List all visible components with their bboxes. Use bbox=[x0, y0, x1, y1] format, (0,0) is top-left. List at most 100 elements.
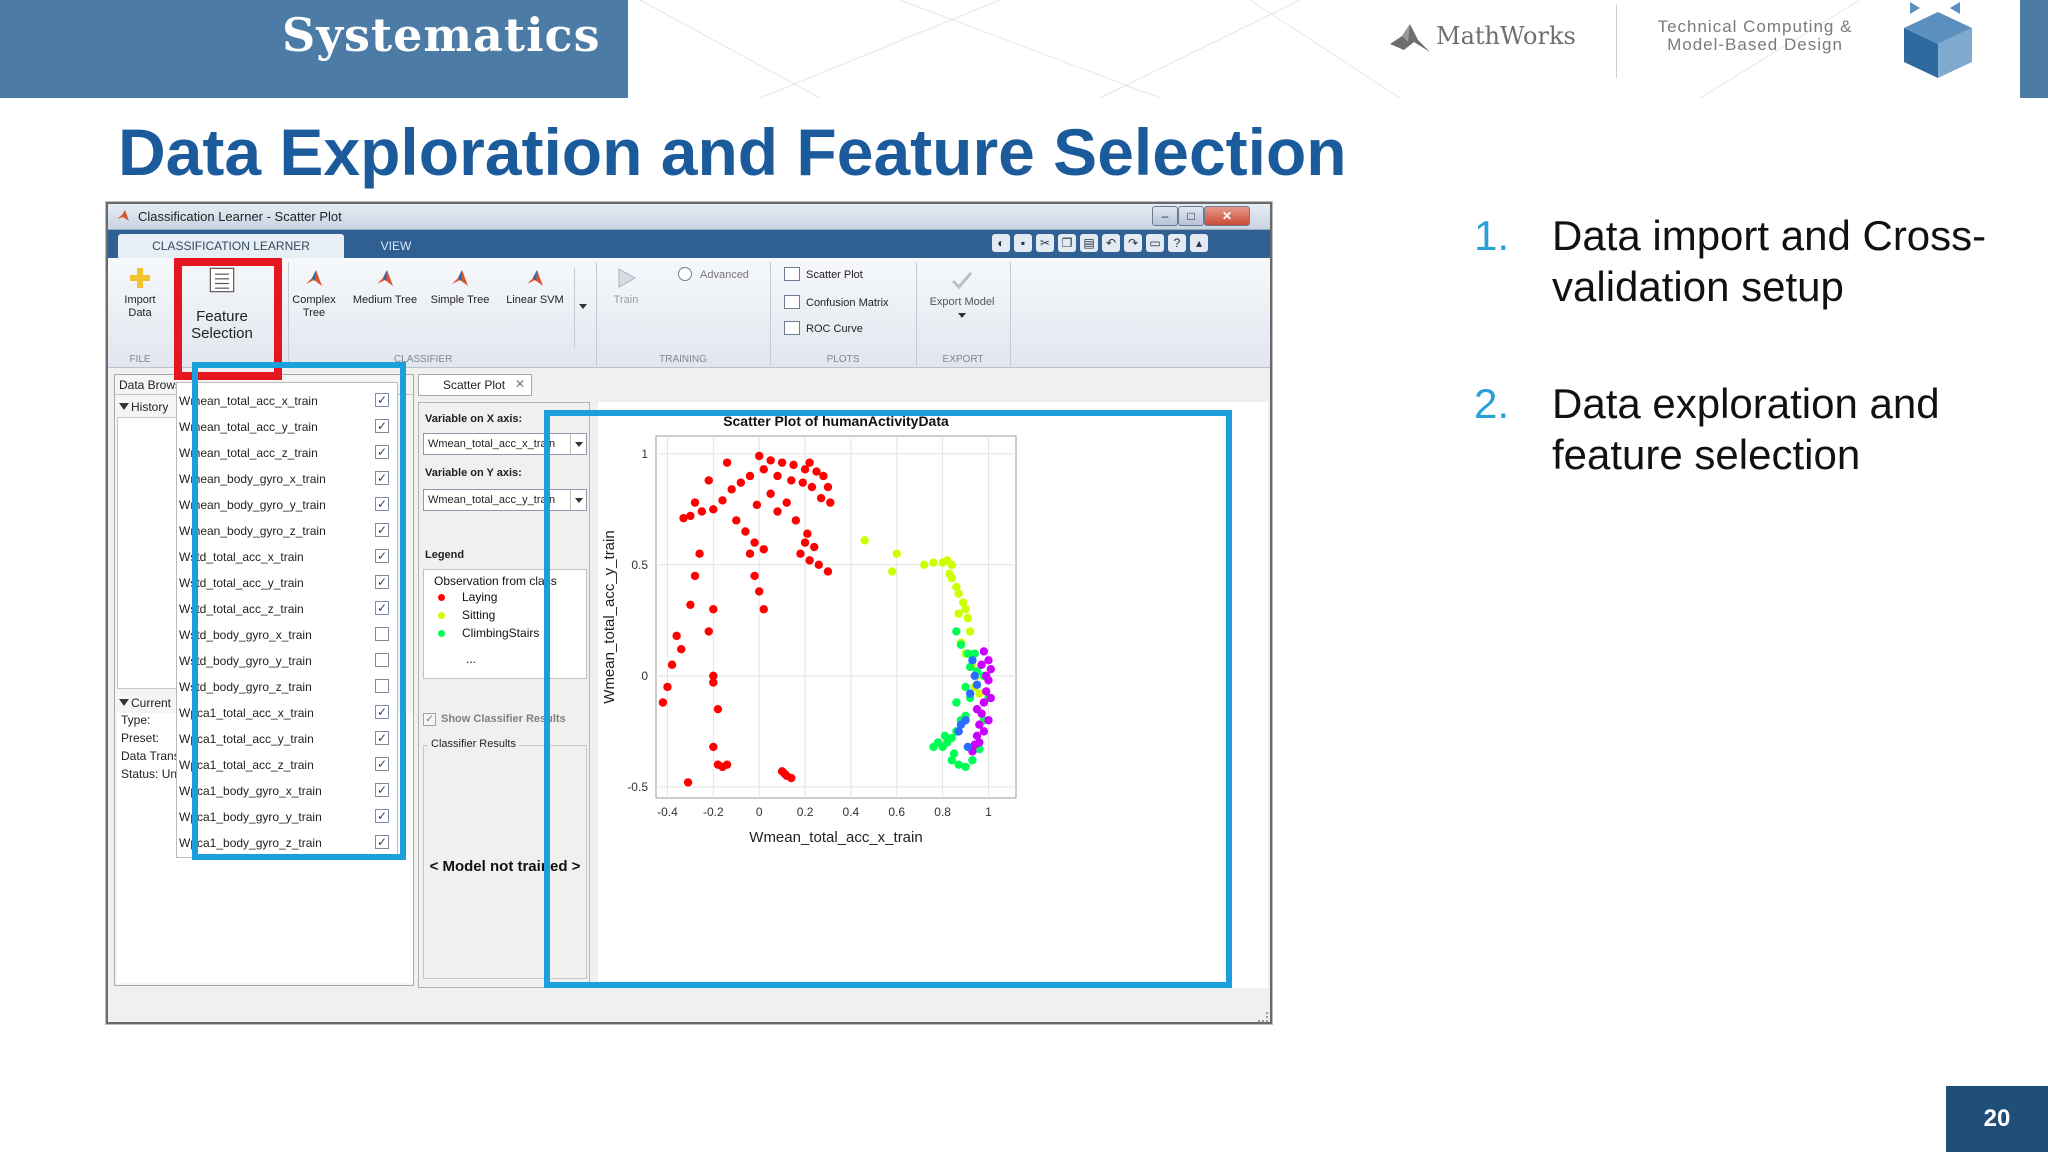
slide-header: Systematics MathWorks Technical Computin… bbox=[0, 0, 2048, 98]
help-icon[interactable]: ? bbox=[1168, 234, 1186, 252]
close-button[interactable]: ✕ bbox=[1204, 206, 1250, 226]
save-icon[interactable]: ▪ bbox=[1014, 234, 1032, 252]
copy-icon[interactable]: ❐ bbox=[1058, 234, 1076, 252]
legend-marker bbox=[438, 612, 445, 619]
ribbon-tab-row: CLASSIFICATION LEARNER VIEW ◐ ▪ ✂ ❐ ▤ ↶ … bbox=[108, 230, 1270, 258]
page-number: 20 bbox=[1946, 1086, 2048, 1152]
export-model-button[interactable]: Export Model bbox=[922, 268, 1002, 318]
slide-title: Data Exploration and Feature Selection bbox=[118, 115, 1347, 189]
current-section-toggle[interactable]: Current bbox=[115, 693, 185, 713]
redo-icon[interactable]: ↷ bbox=[1124, 234, 1142, 252]
x-axis-label: Variable on X axis: bbox=[425, 413, 523, 425]
import-plus-icon bbox=[130, 268, 150, 288]
cube-logo-icon bbox=[1904, 2, 1972, 78]
legend-heading: Legend bbox=[425, 549, 465, 561]
train-button[interactable]: Train bbox=[604, 266, 648, 307]
confusion-matrix-label: Confusion Matrix bbox=[806, 297, 889, 309]
brand-box: Systematics bbox=[0, 0, 628, 98]
window-title: Classification Learner - Scatter Plot bbox=[138, 209, 342, 224]
classifier-icon bbox=[527, 270, 543, 286]
legend-marker bbox=[438, 594, 445, 601]
simple-tree-button[interactable]: Simple Tree bbox=[426, 266, 494, 307]
triangle-down-icon bbox=[119, 403, 129, 410]
roc-curve-label: ROC Curve bbox=[806, 323, 863, 335]
dock-icon[interactable]: ▭ bbox=[1146, 234, 1164, 252]
table-icon bbox=[784, 295, 800, 309]
bullet-number: 2. bbox=[1474, 380, 1510, 427]
tab-view[interactable]: VIEW bbox=[346, 234, 446, 258]
import-data-label: Import Data bbox=[124, 294, 156, 319]
bullet-text: Data import and Cross-validation setup bbox=[1552, 212, 1987, 310]
brand-logo-text: Systematics bbox=[282, 8, 601, 62]
toolstrip-separator bbox=[916, 262, 917, 366]
import-data-button[interactable]: Import Data bbox=[118, 266, 162, 320]
header-divider bbox=[1616, 4, 1617, 78]
linear-svm-button[interactable]: Linear SVM bbox=[500, 266, 570, 307]
legend-item: Laying bbox=[462, 590, 498, 604]
undo-icon[interactable]: ↶ bbox=[1102, 234, 1120, 252]
train-label: Train bbox=[613, 294, 639, 306]
chevron-down-icon bbox=[579, 304, 587, 309]
legend-item: ClimbingStairs bbox=[462, 626, 540, 640]
export-model-label: Export Model bbox=[929, 296, 995, 308]
scatter-plot-label: Scatter Plot bbox=[806, 269, 863, 281]
paste-icon[interactable]: ▤ bbox=[1080, 234, 1098, 252]
classifier-gallery-expand[interactable] bbox=[574, 268, 592, 348]
toolstrip-separator bbox=[596, 262, 597, 366]
y-axis-value: Wmean_total_acc_y_train bbox=[428, 494, 556, 506]
legend-item: Sitting bbox=[462, 608, 496, 622]
linear-svm-label: Linear SVM bbox=[506, 294, 564, 306]
table-icon bbox=[784, 267, 800, 281]
medium-tree-button[interactable]: Medium Tree bbox=[348, 266, 422, 307]
bullet-number: 1. bbox=[1474, 212, 1510, 259]
legend-marker bbox=[438, 630, 445, 637]
play-icon bbox=[618, 268, 637, 288]
feature-list-highlight bbox=[192, 362, 406, 860]
scatter-plot-button[interactable]: Scatter Plot bbox=[784, 266, 863, 284]
simple-tree-label: Simple Tree bbox=[430, 294, 490, 306]
tab-classification-learner[interactable]: CLASSIFICATION LEARNER bbox=[118, 234, 344, 258]
y-axis-label: Variable on Y axis: bbox=[425, 467, 522, 479]
confusion-matrix-button[interactable]: Confusion Matrix bbox=[784, 294, 889, 312]
chevron-down-icon bbox=[958, 313, 966, 318]
header-accent-stripe bbox=[2020, 0, 2048, 98]
complex-tree-button[interactable]: Complex Tree bbox=[286, 266, 342, 320]
tab-scatter-plot[interactable]: Scatter Plot ✕ bbox=[418, 374, 532, 396]
triangle-down-icon bbox=[119, 699, 129, 706]
table-icon bbox=[784, 321, 800, 335]
legend-title: Observation from class bbox=[434, 574, 557, 588]
checkmark-icon bbox=[951, 272, 973, 290]
scatter-tab-label: Scatter Plot bbox=[443, 378, 506, 392]
section-label-export: EXPORT bbox=[942, 354, 984, 365]
history-label: History bbox=[131, 400, 169, 414]
advanced-label: Advanced bbox=[700, 269, 749, 281]
cut-icon[interactable]: ✂ bbox=[1036, 234, 1054, 252]
legend-more: ... bbox=[466, 652, 477, 666]
x-axis-value: Wmean_total_acc_x_train bbox=[428, 438, 556, 450]
advanced-button[interactable]: Advanced bbox=[678, 266, 749, 284]
header-tagline: Technical Computing & Model-Based Design bbox=[1657, 17, 1853, 54]
checkbox-icon: ✓ bbox=[423, 713, 436, 726]
resize-grip-icon[interactable] bbox=[1258, 1012, 1268, 1022]
classifier-icon bbox=[377, 270, 393, 286]
history-list[interactable] bbox=[117, 417, 185, 689]
classifier-icon bbox=[306, 270, 322, 286]
layout-icon[interactable]: ◐ bbox=[992, 234, 1010, 252]
maximize-button[interactable]: □ bbox=[1178, 206, 1204, 226]
toolstrip-separator bbox=[1010, 262, 1011, 366]
section-label-plots: PLOTS bbox=[826, 354, 860, 365]
toolstrip-separator bbox=[770, 262, 771, 366]
classifier-icon bbox=[452, 270, 468, 286]
section-label-file: FILE bbox=[129, 354, 151, 365]
complex-tree-label: Complex Tree bbox=[292, 294, 336, 319]
close-tab-icon[interactable]: ✕ bbox=[515, 377, 525, 391]
mathworks-logo-text: MathWorks bbox=[1436, 22, 1576, 50]
history-section-toggle[interactable]: History bbox=[115, 397, 185, 417]
classifier-results-label: Classifier Results bbox=[428, 738, 519, 750]
window-titlebar: Classification Learner - Scatter Plot – … bbox=[108, 204, 1270, 230]
minimize-button[interactable]: – bbox=[1152, 206, 1178, 226]
roc-curve-button[interactable]: ROC Curve bbox=[784, 320, 863, 338]
medium-tree-label: Medium Tree bbox=[352, 294, 418, 306]
section-label-training: TRAINING bbox=[659, 354, 707, 365]
collapse-ribbon-icon[interactable]: ▴ bbox=[1190, 234, 1208, 252]
